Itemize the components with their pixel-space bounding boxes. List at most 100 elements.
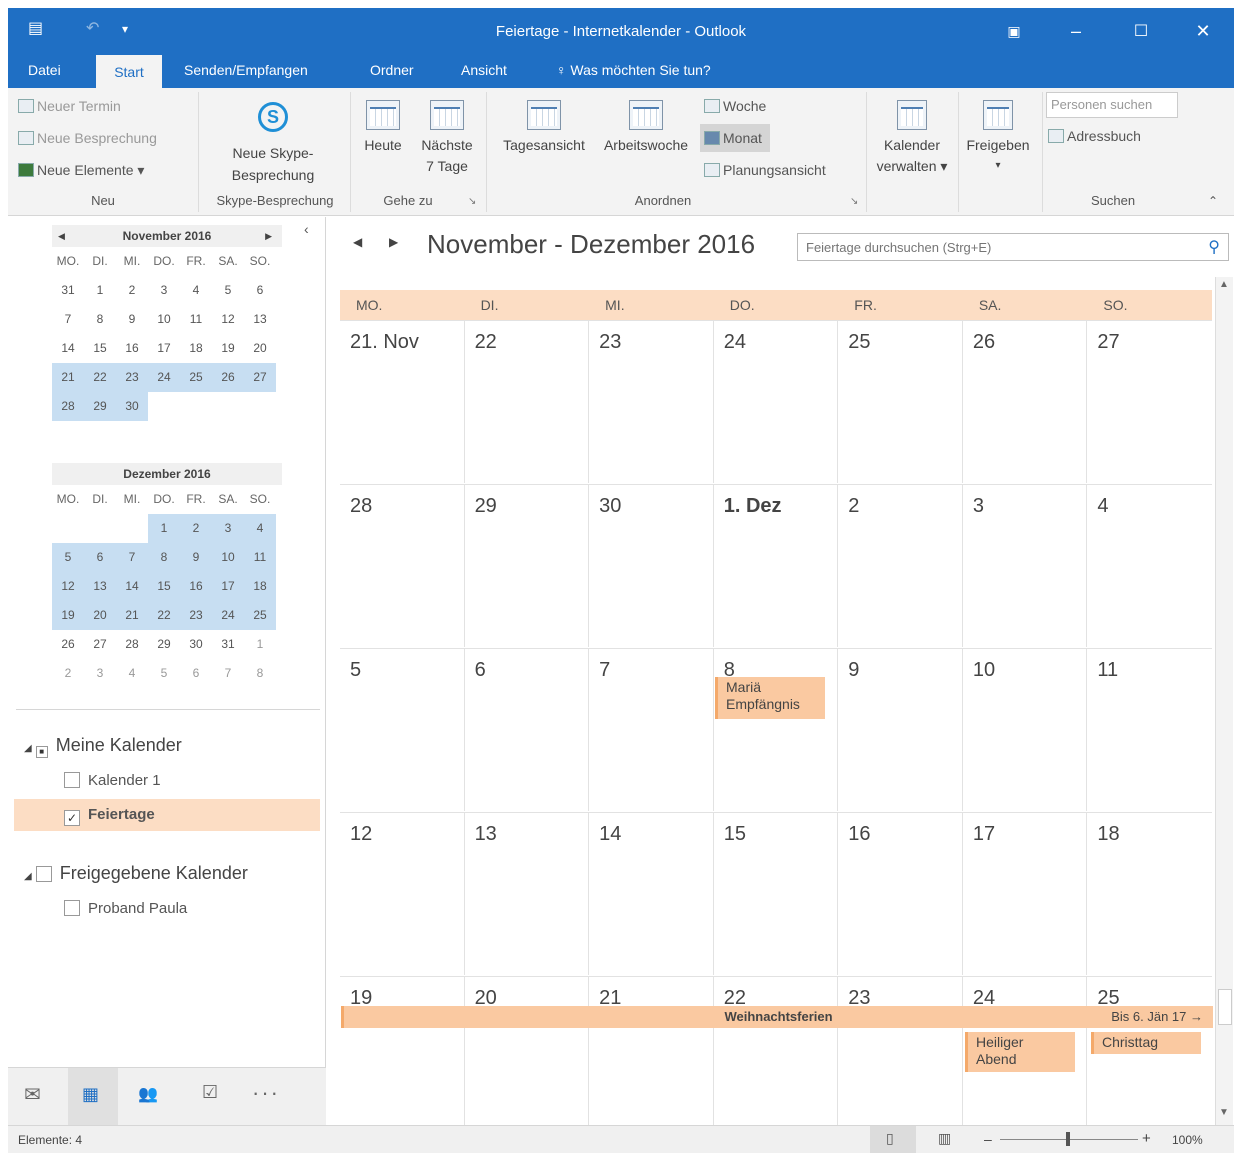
calendar-search-input[interactable] — [798, 234, 1188, 260]
day-cell[interactable]: 14 — [589, 813, 714, 975]
manage-calendars-button[interactable]: Kalender verwalten ▾ — [870, 100, 954, 176]
mini-day[interactable]: 5 — [52, 543, 84, 572]
mini-day[interactable]: 18 — [180, 334, 212, 363]
checkbox[interactable] — [64, 900, 80, 916]
zoom-level[interactable]: 100% — [1172, 1133, 1203, 1147]
mini-day[interactable]: 2 — [52, 659, 84, 688]
mini-day[interactable]: 4 — [116, 659, 148, 688]
mini-day[interactable]: 5 — [148, 659, 180, 688]
day-cell[interactable]: 30 — [589, 485, 714, 647]
day-cell[interactable]: 27 — [1087, 321, 1212, 483]
mini-day[interactable]: 31 — [212, 630, 244, 659]
mini-day[interactable]: 26 — [212, 363, 244, 392]
event-mariae-empfaengnis[interactable]: Mariä Empfängnis — [715, 677, 825, 719]
dialog-launcher-icon[interactable]: ↘ — [468, 196, 476, 207]
mini-day[interactable]: 3 — [84, 659, 116, 688]
checkbox[interactable] — [64, 772, 80, 788]
next-7-days-button[interactable]: Nächste 7 Tage — [414, 100, 480, 176]
search-icon[interactable]: ⚲ — [1208, 237, 1220, 257]
outlook-app-icon[interactable]: ▤ — [28, 18, 43, 38]
quick-access-dropdown-icon[interactable]: ▾ — [122, 22, 128, 36]
address-book-button[interactable]: Adressbuch — [1048, 128, 1141, 144]
mini-day[interactable]: 2 — [180, 514, 212, 543]
mini-day[interactable]: 15 — [148, 572, 180, 601]
mini-day[interactable]: 8 — [244, 659, 276, 688]
day-cell[interactable]: 7 — [589, 649, 714, 811]
day-cell[interactable]: 24 — [714, 321, 839, 483]
mini-day[interactable]: 17 — [148, 334, 180, 363]
mini-day[interactable]: 15 — [84, 334, 116, 363]
mini-day[interactable]: 20 — [84, 601, 116, 630]
scroll-down-icon[interactable]: ▼ — [1219, 1107, 1229, 1118]
mini-day[interactable]: 19 — [52, 601, 84, 630]
people-icon[interactable]: 👥 — [138, 1084, 158, 1104]
mini-day[interactable]: 18 — [244, 572, 276, 601]
new-items-button[interactable]: Neue Elemente ▾ — [18, 162, 144, 179]
mini-day[interactable]: 16 — [180, 572, 212, 601]
today-button[interactable]: Heute — [358, 100, 408, 156]
event-heiliger-abend[interactable]: Heiliger Abend — [965, 1032, 1075, 1072]
day-cell[interactable]: 2 — [838, 485, 963, 647]
mini-day[interactable]: 1 — [244, 630, 276, 659]
ribbon-display-options-icon[interactable]: ▣ — [991, 8, 1037, 55]
group-checkbox[interactable] — [35, 866, 52, 882]
mini-day[interactable]: 25 — [244, 601, 276, 630]
work-week-button[interactable]: Arbeitswoche — [596, 100, 696, 156]
more-icon[interactable]: ··· — [252, 1080, 280, 1106]
checkbox-checked[interactable]: ✓ — [64, 810, 80, 826]
new-appointment-button[interactable]: Neuer Termin — [18, 98, 121, 114]
day-cell[interactable]: 17 — [963, 813, 1088, 975]
mini-day[interactable]: 19 — [212, 334, 244, 363]
day-cell[interactable]: 23 — [838, 977, 963, 1139]
mini-day[interactable]: 28 — [116, 630, 148, 659]
mini-day[interactable]: 12 — [212, 305, 244, 334]
tasks-icon[interactable]: ☑ — [202, 1082, 218, 1103]
mini-day[interactable]: 25 — [180, 363, 212, 392]
skype-meeting-button[interactable]: S Neue Skype- Besprechung — [214, 102, 332, 186]
day-cell[interactable]: 22 — [465, 321, 590, 483]
prev-period-icon[interactable]: ◀ — [353, 235, 362, 249]
collapse-pane-icon[interactable]: ‹ — [304, 221, 309, 237]
next-month-icon[interactable]: ▶ — [265, 225, 272, 247]
mini-day[interactable]: 2 — [116, 276, 148, 305]
day-cell[interactable]: 29 — [465, 485, 590, 647]
mini-day[interactable]: 8 — [84, 305, 116, 334]
day-cell[interactable]: 26 — [963, 321, 1088, 483]
mini-day[interactable]: 14 — [116, 572, 148, 601]
mini-day[interactable]: 26 — [52, 630, 84, 659]
mini-day[interactable]: 7 — [116, 543, 148, 572]
mail-icon[interactable]: ✉ — [24, 1082, 41, 1107]
mini-day[interactable]: 16 — [116, 334, 148, 363]
mini-day[interactable]: 30 — [116, 392, 148, 421]
mini-day[interactable]: 17 — [212, 572, 244, 601]
mini-day[interactable]: 10 — [148, 305, 180, 334]
prev-month-icon[interactable]: ◀ — [58, 225, 65, 247]
schedule-view-button[interactable]: Planungsansicht — [704, 162, 826, 178]
share-button[interactable]: Freigeben ▾ — [960, 100, 1036, 176]
calendar-item-feiertage[interactable]: ✓ Feiertage — [14, 799, 320, 831]
mini-day[interactable]: 4 — [180, 276, 212, 305]
day-cell[interactable]: 21 — [589, 977, 714, 1139]
mini-day[interactable]: 27 — [84, 630, 116, 659]
collapse-ribbon-icon[interactable]: ⌃ — [1208, 194, 1218, 208]
day-cell[interactable]: 3 — [963, 485, 1088, 647]
zoom-out-icon[interactable]: – — [984, 1131, 992, 1147]
day-cell[interactable]: 19 — [340, 977, 465, 1139]
mini-day[interactable]: 11 — [244, 543, 276, 572]
day-cell[interactable]: 21. Nov — [340, 321, 465, 483]
mini-day[interactable]: 4 — [244, 514, 276, 543]
calendar-search-box[interactable]: ⚲ — [797, 233, 1229, 261]
minimize-button[interactable]: – — [1053, 8, 1099, 55]
mini-day[interactable]: 6 — [180, 659, 212, 688]
week-view-button[interactable]: Woche — [704, 98, 766, 114]
mini-day[interactable]: 13 — [84, 572, 116, 601]
day-cell[interactable]: 10 — [963, 649, 1088, 811]
mini-day[interactable]: 3 — [148, 276, 180, 305]
day-cell[interactable]: 6 — [465, 649, 590, 811]
event-christtag[interactable]: Christtag — [1091, 1032, 1201, 1054]
mini-day[interactable]: 6 — [244, 276, 276, 305]
calendar-icon[interactable]: ▦ — [82, 1084, 99, 1105]
search-people-input[interactable]: Personen suchen — [1046, 92, 1178, 118]
reading-view-icon[interactable]: ▥ — [938, 1130, 951, 1147]
zoom-slider-thumb[interactable] — [1066, 1132, 1070, 1146]
